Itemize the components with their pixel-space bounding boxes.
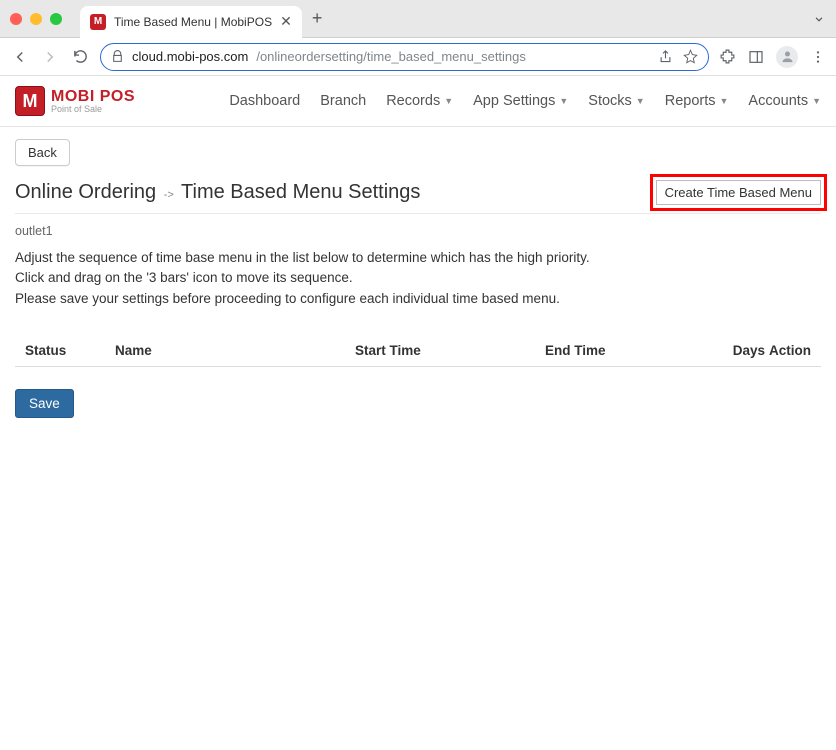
lock-icon: [111, 50, 124, 63]
breadcrumb-arrow-icon: ->: [164, 189, 174, 201]
page-content: Back Online Ordering -> Time Based Menu …: [0, 127, 836, 430]
logo-badge-icon: M: [15, 86, 45, 116]
title-row: Online Ordering -> Time Based Menu Setti…: [15, 180, 821, 214]
url-path: /onlineordersetting/time_based_menu_sett…: [256, 49, 526, 64]
minimize-window-icon[interactable]: [30, 13, 42, 25]
col-status: Status: [25, 343, 115, 358]
instruction-line: Click and drag on the '3 bars' icon to m…: [15, 268, 821, 288]
app-header: M MOBI POS Point of Sale Dashboard Branc…: [0, 76, 836, 127]
browser-toolbar: cloud.mobi-pos.com/onlineordersetting/ti…: [0, 38, 836, 76]
close-tab-icon[interactable]: ✕: [280, 13, 292, 30]
instructions: Adjust the sequence of time base menu in…: [15, 248, 821, 309]
back-icon[interactable]: [10, 48, 30, 66]
breadcrumb-current: Time Based Menu Settings: [181, 181, 420, 203]
menu-icon[interactable]: [810, 49, 826, 65]
main-nav: Dashboard Branch Records▼ App Settings▼ …: [229, 93, 821, 109]
breadcrumb-parent: Online Ordering: [15, 181, 156, 203]
save-button[interactable]: Save: [15, 389, 74, 418]
nav-app-settings[interactable]: App Settings▼: [473, 93, 568, 109]
instruction-line: Please save your settings before proceed…: [15, 289, 821, 309]
nav-dashboard[interactable]: Dashboard: [229, 93, 300, 109]
tabs-menu-icon[interactable]: [812, 12, 826, 26]
forward-icon[interactable]: [40, 48, 60, 66]
reload-icon[interactable]: [70, 48, 90, 65]
col-action: Action: [765, 343, 811, 358]
back-button[interactable]: Back: [15, 139, 70, 166]
nav-reports[interactable]: Reports▼: [665, 93, 729, 109]
logo-main: MOBI POS: [51, 89, 135, 105]
caret-icon: ▼: [720, 96, 729, 106]
breadcrumb: Online Ordering -> Time Based Menu Setti…: [15, 181, 420, 204]
col-name: Name: [115, 343, 355, 358]
panel-icon[interactable]: [748, 49, 764, 65]
window-controls: [10, 13, 62, 25]
col-days: Days: [685, 343, 765, 358]
favicon-icon: M: [90, 14, 106, 30]
profile-icon[interactable]: [776, 46, 798, 68]
share-icon[interactable]: [658, 49, 673, 64]
new-tab-button[interactable]: +: [312, 8, 323, 29]
browser-tab[interactable]: M Time Based Menu | MobiPOS ✕: [80, 6, 302, 38]
tab-title: Time Based Menu | MobiPOS: [114, 15, 272, 29]
logo[interactable]: M MOBI POS Point of Sale: [15, 86, 135, 116]
caret-icon: ▼: [559, 96, 568, 106]
col-end: End Time: [545, 343, 685, 358]
nav-branch[interactable]: Branch: [320, 93, 366, 109]
outlet-label: outlet1: [15, 224, 821, 238]
browser-tab-strip: M Time Based Menu | MobiPOS ✕ +: [0, 0, 836, 38]
caret-icon: ▼: [444, 96, 453, 106]
logo-sub: Point of Sale: [51, 105, 135, 114]
caret-icon: ▼: [636, 96, 645, 106]
create-time-based-menu-button[interactable]: Create Time Based Menu: [656, 180, 821, 205]
table-header: Status Name Start Time End Time Days Act…: [15, 335, 821, 367]
nav-accounts[interactable]: Accounts▼: [748, 93, 821, 109]
address-bar[interactable]: cloud.mobi-pos.com/onlineordersetting/ti…: [100, 43, 709, 71]
caret-icon: ▼: [812, 96, 821, 106]
close-window-icon[interactable]: [10, 13, 22, 25]
url-domain: cloud.mobi-pos.com: [132, 49, 248, 64]
nav-stocks[interactable]: Stocks▼: [588, 93, 644, 109]
extensions-icon[interactable]: [719, 48, 736, 65]
maximize-window-icon[interactable]: [50, 13, 62, 25]
star-icon[interactable]: [683, 49, 698, 64]
nav-records[interactable]: Records▼: [386, 93, 453, 109]
col-start: Start Time: [355, 343, 545, 358]
instruction-line: Adjust the sequence of time base menu in…: [15, 248, 821, 268]
